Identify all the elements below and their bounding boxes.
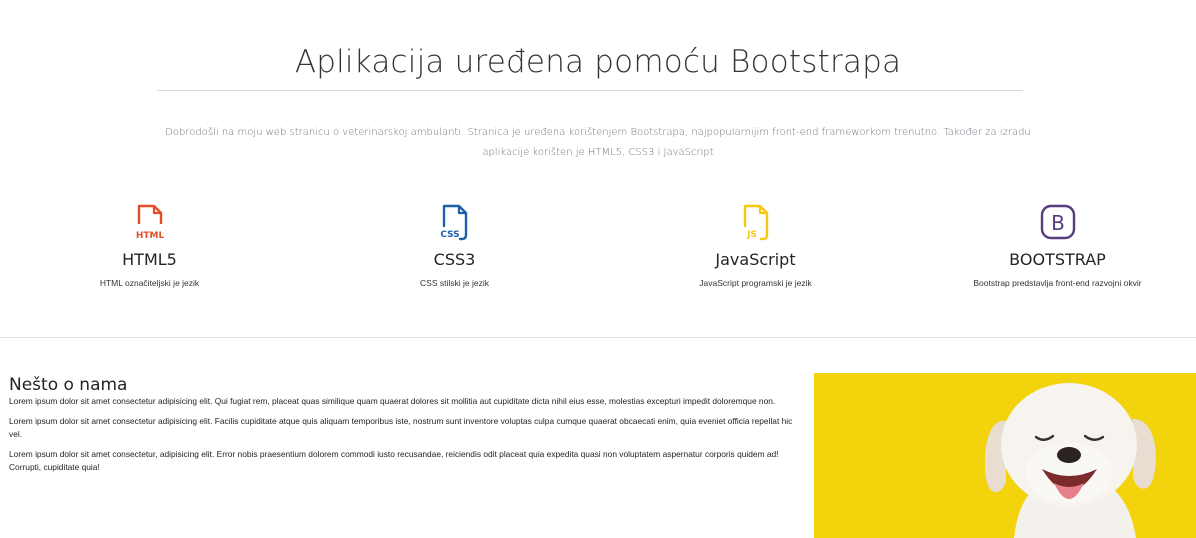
- feature-description: CSS stilski je jezik: [420, 278, 489, 288]
- feature-css3: CSS CSS3 CSS stilski je jezik: [305, 196, 604, 288]
- feature-description: Bootstrap predstavlja front-end razvojni…: [973, 278, 1142, 288]
- page-title: Aplikacija uređena pomoću Bootstrapa: [294, 44, 902, 80]
- bootstrap-icon: B: [908, 196, 1196, 242]
- feature-title: BOOTSTRAP: [1009, 250, 1106, 269]
- feature-title: JavaScript: [715, 250, 796, 269]
- feature-title: HTML5: [122, 250, 177, 269]
- feature-javascript: JS JavaScript JavaScript programski je j…: [606, 196, 905, 288]
- feature-title: CSS3: [433, 250, 476, 269]
- intro-text: Dobrodošli na moju web stranicu o veteri…: [165, 127, 1031, 158]
- feature-description: JavaScript programski je jezik: [699, 278, 812, 288]
- smiling-dog-image: [814, 373, 1196, 538]
- svg-text:JS: JS: [746, 230, 757, 240]
- feature-bootstrap: B BOOTSTRAP Bootstrap predstavlja front-…: [908, 196, 1196, 288]
- about-paragraph-3: Lorem ipsum dolor sit amet consectetur, …: [9, 449, 779, 472]
- feature-html5: HTML HTML5 HTML označiteljski je jezik: [0, 196, 299, 288]
- javascript-icon: JS: [606, 196, 905, 242]
- about-paragraph-1: Lorem ipsum dolor sit amet consectetur a…: [9, 396, 776, 406]
- section-divider: [0, 337, 1196, 338]
- svg-text:CSS: CSS: [440, 230, 459, 240]
- svg-text:B: B: [1051, 211, 1065, 235]
- dog-photo: [814, 373, 1196, 538]
- feature-description: HTML označiteljski je jezik: [99, 278, 200, 288]
- html5-icon: HTML: [0, 196, 299, 242]
- technology-features: HTML HTML5 HTML označiteljski je jezik C…: [0, 196, 1196, 296]
- title-divider: [157, 90, 1023, 91]
- about-paragraph-2: Lorem ipsum dolor sit amet consectetur a…: [9, 416, 793, 439]
- about-heading: Nešto o nama: [9, 375, 128, 395]
- css3-icon: CSS: [305, 196, 604, 242]
- about-section: Nešto o nama Lorem ipsum dolor sit amet …: [9, 375, 799, 481]
- svg-text:HTML: HTML: [135, 231, 164, 241]
